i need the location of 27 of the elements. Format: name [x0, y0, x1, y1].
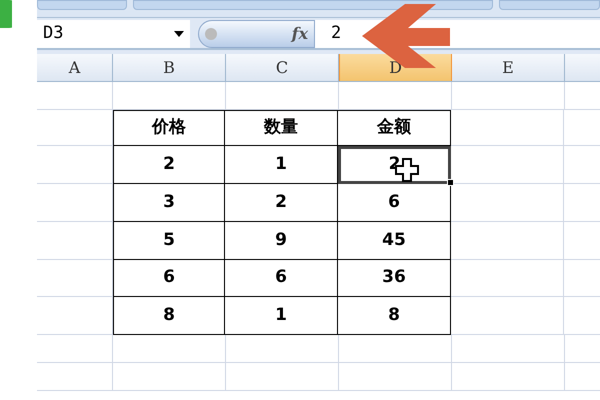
table-cell: 9: [225, 222, 338, 260]
column-header[interactable]: E: [452, 54, 565, 81]
table-cell: 45: [338, 222, 451, 260]
column-header[interactable]: C: [226, 54, 339, 81]
fill-handle-icon[interactable]: [447, 179, 454, 186]
table-cell: 8: [113, 297, 225, 335]
table-cell: 3: [113, 184, 225, 222]
table-cell: 价格: [113, 110, 225, 146]
table-cell: 5: [113, 222, 225, 260]
grip-icon[interactable]: [205, 28, 217, 40]
table-cell: 8: [338, 297, 451, 335]
table-cell: 2: [113, 146, 225, 184]
table-cell: 6: [113, 260, 225, 297]
column-header[interactable]: A: [37, 54, 113, 81]
table-cell: 6: [338, 184, 451, 222]
table-cell: 数量: [225, 110, 338, 146]
column-header[interactable]: B: [113, 54, 226, 81]
table-cell: 36: [338, 260, 451, 297]
table-cell: 金额: [338, 110, 451, 146]
table-cell: 2: [225, 184, 338, 222]
insert-function-button[interactable]: fx: [292, 22, 308, 46]
dropdown-caret-icon[interactable]: [174, 31, 184, 37]
step-marker-icon: [0, 0, 12, 28]
table-cell: 1: [225, 297, 338, 335]
name-box[interactable]: D3: [37, 20, 190, 48]
table-cell: 1: [225, 146, 338, 184]
table-cell: 6: [225, 260, 338, 297]
